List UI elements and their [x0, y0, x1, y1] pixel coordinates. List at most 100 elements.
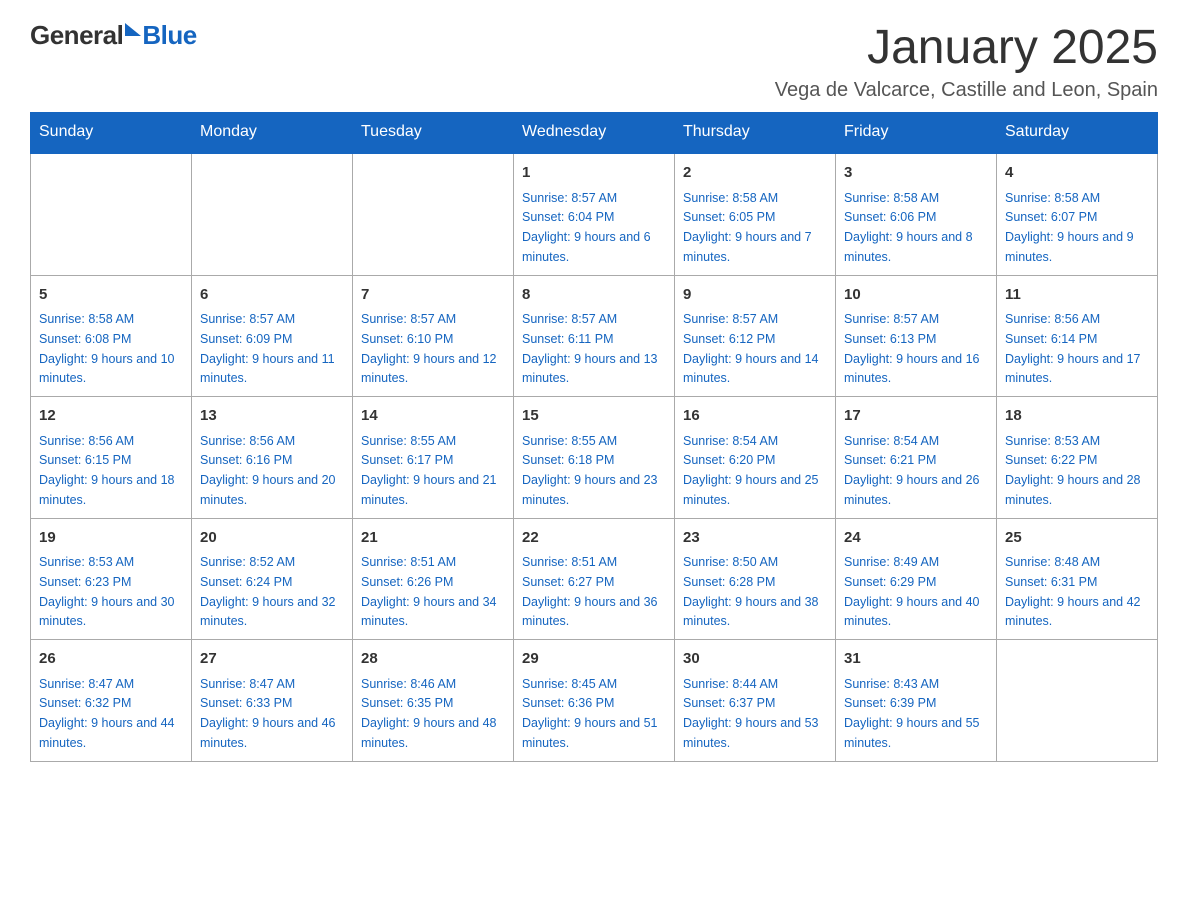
calendar-cell	[997, 640, 1158, 762]
day-info: Sunrise: 8:57 AM Sunset: 6:09 PM Dayligh…	[200, 312, 335, 385]
logo-blue-text: Blue	[142, 20, 196, 51]
calendar-header-tuesday: Tuesday	[353, 113, 514, 153]
day-info: Sunrise: 8:53 AM Sunset: 6:22 PM Dayligh…	[1005, 434, 1141, 507]
calendar-week-row: 12Sunrise: 8:56 AM Sunset: 6:15 PM Dayli…	[31, 397, 1158, 519]
day-number: 30	[683, 648, 827, 671]
day-info: Sunrise: 8:58 AM Sunset: 6:05 PM Dayligh…	[683, 191, 812, 264]
calendar-cell: 3 Sunrise: 8:58 AM Sunset: 6:06 PM Daylig…	[836, 153, 997, 276]
day-info: Sunrise: 8:49 AM Sunset: 6:29 PM Dayligh…	[844, 555, 980, 628]
calendar-cell: 21 Sunrise: 8:51 AM Sunset: 6:26 PM Dayli…	[353, 518, 514, 640]
day-number: 6	[200, 284, 344, 307]
day-info: Sunrise: 8:47 AM Sunset: 6:33 PM Dayligh…	[200, 677, 336, 750]
day-info: Sunrise: 8:46 AM Sunset: 6:35 PM Dayligh…	[361, 677, 497, 750]
day-number: 2	[683, 162, 827, 185]
title-area: January 2025 Vega de Valcarce, Castille …	[775, 20, 1158, 102]
day-info: Sunrise: 8:48 AM Sunset: 6:31 PM Dayligh…	[1005, 555, 1141, 628]
day-number: 1	[522, 162, 666, 185]
calendar-cell: 24 Sunrise: 8:49 AM Sunset: 6:29 PM Dayli…	[836, 518, 997, 640]
calendar-cell: 11 Sunrise: 8:56 AM Sunset: 6:14 PM Dayli…	[997, 275, 1158, 397]
calendar-week-row: 26 Sunrise: 8:47 AM Sunset: 6:32 PM Dayli…	[31, 640, 1158, 762]
calendar-header-sunday: Sunday	[31, 113, 192, 153]
calendar-cell: 1Sunrise: 8:57 AM Sunset: 6:04 PM Daylig…	[514, 153, 675, 276]
day-info: Sunrise: 8:51 AM Sunset: 6:27 PM Dayligh…	[522, 555, 658, 628]
day-info: Sunrise: 8:51 AM Sunset: 6:26 PM Dayligh…	[361, 555, 497, 628]
day-info: Sunrise: 8:44 AM Sunset: 6:37 PM Dayligh…	[683, 677, 819, 750]
location-title: Vega de Valcarce, Castille and Leon, Spa…	[775, 79, 1158, 102]
day-number: 9	[683, 284, 827, 307]
calendar-cell: 15 Sunrise: 8:55 AM Sunset: 6:18 PM Dayli…	[514, 397, 675, 519]
day-info: Sunrise: 8:50 AM Sunset: 6:28 PM Dayligh…	[683, 555, 819, 628]
calendar-cell: 23 Sunrise: 8:50 AM Sunset: 6:28 PM Dayli…	[675, 518, 836, 640]
day-info: Sunrise: 8:58 AM Sunset: 6:07 PM Dayligh…	[1005, 191, 1134, 264]
day-info: Sunrise: 8:53 AM Sunset: 6:23 PM Dayligh…	[39, 555, 175, 628]
calendar-cell	[192, 153, 353, 276]
calendar-cell: 27Sunrise: 8:47 AM Sunset: 6:33 PM Dayli…	[192, 640, 353, 762]
day-info: Sunrise: 8:57 AM Sunset: 6:13 PM Dayligh…	[844, 312, 980, 385]
day-info: Sunrise: 8:58 AM Sunset: 6:06 PM Dayligh…	[844, 191, 973, 264]
calendar-cell: 25 Sunrise: 8:48 AM Sunset: 6:31 PM Dayli…	[997, 518, 1158, 640]
day-info: Sunrise: 8:55 AM Sunset: 6:17 PM Dayligh…	[361, 434, 497, 507]
day-number: 24	[844, 527, 988, 550]
day-info: Sunrise: 8:58 AM Sunset: 6:08 PM Dayligh…	[39, 312, 175, 385]
day-info: Sunrise: 8:56 AM Sunset: 6:16 PM Dayligh…	[200, 434, 336, 507]
day-info: Sunrise: 8:54 AM Sunset: 6:21 PM Dayligh…	[844, 434, 980, 507]
calendar-cell: 18Sunrise: 8:53 AM Sunset: 6:22 PM Dayli…	[997, 397, 1158, 519]
calendar-cell: 2 Sunrise: 8:58 AM Sunset: 6:05 PM Daylig…	[675, 153, 836, 276]
calendar-header-saturday: Saturday	[997, 113, 1158, 153]
calendar-week-row: 19 Sunrise: 8:53 AM Sunset: 6:23 PM Dayli…	[31, 518, 1158, 640]
calendar-cell: 22 Sunrise: 8:51 AM Sunset: 6:27 PM Dayli…	[514, 518, 675, 640]
logo-area: General Blue	[30, 20, 197, 51]
calendar-cell: 12Sunrise: 8:56 AM Sunset: 6:15 PM Dayli…	[31, 397, 192, 519]
day-number: 21	[361, 527, 505, 550]
logo-triangle-icon	[125, 23, 141, 36]
day-number: 3	[844, 162, 988, 185]
calendar-cell: 28Sunrise: 8:46 AM Sunset: 6:35 PM Dayli…	[353, 640, 514, 762]
day-number: 29	[522, 648, 666, 671]
day-info: Sunrise: 8:54 AM Sunset: 6:20 PM Dayligh…	[683, 434, 819, 507]
day-number: 23	[683, 527, 827, 550]
calendar-cell: 17 Sunrise: 8:54 AM Sunset: 6:21 PM Dayli…	[836, 397, 997, 519]
day-number: 5	[39, 284, 183, 307]
page-header: General Blue January 2025 Vega de Valcar…	[30, 20, 1158, 102]
calendar-cell: 29 Sunrise: 8:45 AM Sunset: 6:36 PM Dayli…	[514, 640, 675, 762]
day-info: Sunrise: 8:55 AM Sunset: 6:18 PM Dayligh…	[522, 434, 658, 507]
calendar-cell: 4 Sunrise: 8:58 AM Sunset: 6:07 PM Daylig…	[997, 153, 1158, 276]
logo: General Blue	[30, 20, 197, 51]
calendar-cell: 5 Sunrise: 8:58 AM Sunset: 6:08 PM Daylig…	[31, 275, 192, 397]
day-number: 19	[39, 527, 183, 550]
calendar-header-monday: Monday	[192, 113, 353, 153]
calendar-cell: 13Sunrise: 8:56 AM Sunset: 6:16 PM Dayli…	[192, 397, 353, 519]
logo-general-text: General	[30, 20, 123, 51]
calendar-cell: 8 Sunrise: 8:57 AM Sunset: 6:11 PM Daylig…	[514, 275, 675, 397]
calendar-cell: 31Sunrise: 8:43 AM Sunset: 6:39 PM Dayli…	[836, 640, 997, 762]
calendar-cell: 6 Sunrise: 8:57 AM Sunset: 6:09 PM Daylig…	[192, 275, 353, 397]
day-info: Sunrise: 8:45 AM Sunset: 6:36 PM Dayligh…	[522, 677, 658, 750]
calendar-week-row: 5 Sunrise: 8:58 AM Sunset: 6:08 PM Daylig…	[31, 275, 1158, 397]
day-info: Sunrise: 8:56 AM Sunset: 6:15 PM Dayligh…	[39, 434, 175, 507]
day-number: 22	[522, 527, 666, 550]
calendar-cell: 30 Sunrise: 8:44 AM Sunset: 6:37 PM Dayli…	[675, 640, 836, 762]
calendar-cell: 7Sunrise: 8:57 AM Sunset: 6:10 PM Daylig…	[353, 275, 514, 397]
day-number: 25	[1005, 527, 1149, 550]
day-info: Sunrise: 8:47 AM Sunset: 6:32 PM Dayligh…	[39, 677, 175, 750]
day-number: 15	[522, 405, 666, 428]
calendar-cell: 16Sunrise: 8:54 AM Sunset: 6:20 PM Dayli…	[675, 397, 836, 519]
calendar-cell	[31, 153, 192, 276]
calendar-cell: 20Sunrise: 8:52 AM Sunset: 6:24 PM Dayli…	[192, 518, 353, 640]
day-number: 26	[39, 648, 183, 671]
day-info: Sunrise: 8:57 AM Sunset: 6:12 PM Dayligh…	[683, 312, 819, 385]
day-info: Sunrise: 8:43 AM Sunset: 6:39 PM Dayligh…	[844, 677, 980, 750]
day-number: 17	[844, 405, 988, 428]
day-number: 8	[522, 284, 666, 307]
calendar-table: SundayMondayTuesdayWednesdayThursdayFrid…	[30, 112, 1158, 762]
day-number: 11	[1005, 284, 1149, 307]
calendar-header-friday: Friday	[836, 113, 997, 153]
calendar-cell: 14Sunrise: 8:55 AM Sunset: 6:17 PM Dayli…	[353, 397, 514, 519]
day-info: Sunrise: 8:56 AM Sunset: 6:14 PM Dayligh…	[1005, 312, 1141, 385]
day-number: 10	[844, 284, 988, 307]
calendar-cell: 9 Sunrise: 8:57 AM Sunset: 6:12 PM Daylig…	[675, 275, 836, 397]
day-info: Sunrise: 8:57 AM Sunset: 6:11 PM Dayligh…	[522, 312, 658, 385]
calendar-cell: 26 Sunrise: 8:47 AM Sunset: 6:32 PM Dayli…	[31, 640, 192, 762]
calendar-header-row: SundayMondayTuesdayWednesdayThursdayFrid…	[31, 113, 1158, 153]
day-number: 4	[1005, 162, 1149, 185]
